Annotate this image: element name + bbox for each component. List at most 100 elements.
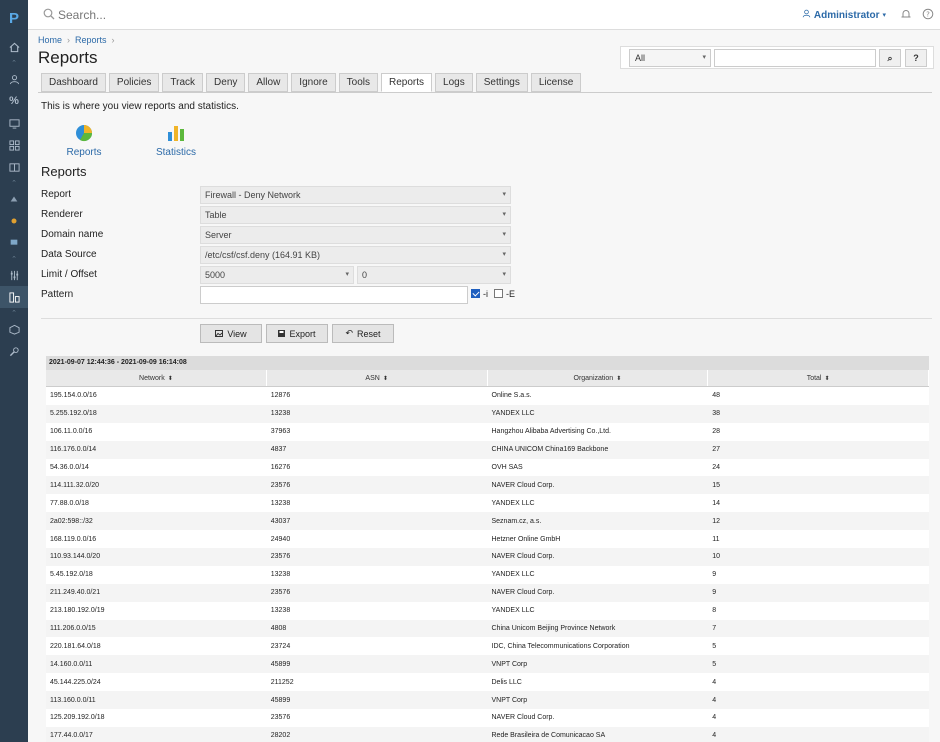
monitor-icon[interactable] xyxy=(0,112,28,134)
statistics-link[interactable]: Statistics xyxy=(146,122,206,158)
reset-button[interactable]: ↶ Reset xyxy=(332,324,394,343)
grid-icon[interactable] xyxy=(0,134,28,156)
table-cell-organization: NAVER Cloud Corp. xyxy=(491,589,555,597)
tab-license[interactable]: License xyxy=(530,73,582,92)
column-header-label: Network xyxy=(139,374,165,382)
table-cell-organization: IDC, China Telecommunications Corporatio… xyxy=(491,642,630,650)
domain-label: Domain name xyxy=(41,229,104,240)
table-cell-organization: VNPT Corp xyxy=(491,660,528,668)
table-cell-total: 4 xyxy=(712,732,717,740)
renderer-select[interactable]: Table ▾ xyxy=(200,206,511,224)
intro-text: This is where you view reports and stati… xyxy=(41,101,239,112)
reset-button-label: Reset xyxy=(357,328,381,339)
table-cell-asn: 23724 xyxy=(270,642,291,650)
table-row: 113.160.0.0/11 45899 VNPT Corp 4 xyxy=(46,691,929,710)
column-header-label: Organization xyxy=(573,374,614,382)
column-header-organization[interactable]: Organization ⬍ xyxy=(488,370,709,386)
offset-select[interactable]: 0 ▾ xyxy=(357,266,511,284)
user-icon xyxy=(802,9,811,21)
table-cell-total: 9 xyxy=(712,571,717,579)
collapse-chevron-icon[interactable]: ⌃ xyxy=(0,308,28,318)
filter-select[interactable]: All ▾ xyxy=(629,49,711,67)
table-row: 125.209.192.0/18 23576 NAVER Cloud Corp. 4 xyxy=(46,709,929,727)
limit-select[interactable]: 5000 ▾ xyxy=(200,266,354,284)
table-cell-total: 9 xyxy=(712,589,717,597)
sliders-icon[interactable] xyxy=(0,264,28,286)
global-search-input[interactable] xyxy=(58,5,358,25)
filter-search-button[interactable]: ⌕ xyxy=(879,49,901,67)
chevron-down-icon: ▾ xyxy=(702,54,706,61)
filter-help-button[interactable]: ? xyxy=(905,49,927,67)
notifications-icon[interactable] xyxy=(900,8,912,23)
tab-track[interactable]: Track xyxy=(162,73,204,92)
table-cell-asn: 23576 xyxy=(270,589,291,597)
column-header-network[interactable]: Network ⬍ xyxy=(46,370,267,386)
reports-link[interactable]: Reports xyxy=(54,122,114,158)
tab-policies[interactable]: Policies xyxy=(108,73,160,92)
help-icon[interactable]: ? xyxy=(922,8,934,23)
tab-dashboard[interactable]: Dashboard xyxy=(41,73,106,92)
pattern-input[interactable] xyxy=(200,286,468,304)
table-cell-organization: OVH SAS xyxy=(491,464,523,471)
table-cell-asn: 23576 xyxy=(270,553,291,561)
collapse-chevron-icon[interactable]: ⌃ xyxy=(0,178,28,188)
table-row: 114.111.32.0/20 23576 NAVER Cloud Corp. 15 xyxy=(46,476,929,495)
percent-icon[interactable]: % xyxy=(0,90,28,112)
book-icon[interactable] xyxy=(0,156,28,178)
collapse-chevron-icon[interactable]: ⌃ xyxy=(0,254,28,264)
ignore-case-checkbox[interactable] xyxy=(471,289,480,298)
filter-input[interactable] xyxy=(714,49,876,67)
breadcrumb-home[interactable]: Home xyxy=(38,35,62,45)
tab-bar: Dashboard Policies Track Deny Allow Ignore Too… xyxy=(41,73,582,92)
pattern-row: Pattern -i -E xyxy=(41,286,521,304)
extended-regex-checkbox[interactable] xyxy=(494,289,503,298)
table-cell-asn: 13238 xyxy=(270,499,291,507)
undo-icon: ↶ xyxy=(345,328,354,338)
tab-ignore[interactable]: Ignore xyxy=(291,73,336,92)
table-cell-total: 4 xyxy=(712,696,717,704)
table-cell-organization: Hetzner Online GmbH xyxy=(491,535,561,543)
breadcrumb: Home › Reports › xyxy=(38,35,115,45)
collapse-chevron-icon[interactable]: ⌃ xyxy=(0,58,28,68)
wrench-icon[interactable] xyxy=(0,340,28,362)
tab-reports[interactable]: Reports xyxy=(381,73,433,92)
user-menu[interactable]: Administrator ▾ xyxy=(802,9,886,21)
column-header-total[interactable]: Total ⬍ xyxy=(708,370,929,386)
domain-select[interactable]: Server ▾ xyxy=(200,226,511,244)
limit-row: Limit / Offset 5000 ▾ 0 ▾ xyxy=(41,266,521,284)
plugin-icon[interactable] xyxy=(0,210,28,232)
tab-logs[interactable]: Logs xyxy=(435,73,473,92)
tab-settings[interactable]: Settings xyxy=(475,73,528,92)
column-header-asn[interactable]: ASN ⬍ xyxy=(267,370,488,386)
view-button[interactable]: View xyxy=(200,324,262,343)
table-cell-asn: 13238 xyxy=(270,410,291,418)
tab-tools[interactable]: Tools xyxy=(338,73,379,92)
network-icon[interactable] xyxy=(0,188,28,210)
renderer-select-value: Table xyxy=(205,210,227,220)
user-icon[interactable] xyxy=(0,68,28,90)
server-icon[interactable] xyxy=(0,232,28,254)
table-cell-organization: Seznam.cz, a.s. xyxy=(491,517,542,525)
table-header: Network ⬍ ASN ⬍ Organization ⬍ Total ⬍ xyxy=(46,370,929,387)
breadcrumb-reports[interactable]: Reports xyxy=(75,35,107,45)
table-cell-total: 4 xyxy=(712,678,717,686)
table-row: 110.93.144.0/20 23576 NAVER Cloud Corp. 10 xyxy=(46,548,929,566)
export-button[interactable]: Export xyxy=(266,324,328,343)
ignore-case-label: -i xyxy=(483,289,488,299)
app-logo[interactable]: P xyxy=(0,0,28,36)
table-cell-asn: 23576 xyxy=(270,714,291,722)
package-icon[interactable] xyxy=(0,318,28,340)
report-select[interactable]: Firewall - Deny Network ▾ xyxy=(200,186,511,204)
table-cell-organization: NAVER Cloud Corp. xyxy=(491,553,555,561)
tab-deny[interactable]: Deny xyxy=(206,73,246,92)
source-select[interactable]: /etc/csf/csf.deny (164.91 KB) ▾ xyxy=(200,246,511,264)
tab-allow[interactable]: Allow xyxy=(248,73,289,92)
table-row: 5.45.192.0/18 13238 YANDEX LLC 9 xyxy=(46,565,929,584)
chevron-down-icon: ▾ xyxy=(502,271,506,278)
table-row: 211.249.40.0/21 23576 NAVER Cloud Corp. 9 xyxy=(46,583,929,602)
table-cell-network: 5.255.192.0/18 xyxy=(50,410,97,418)
table-cell-asn: 43037 xyxy=(270,517,291,525)
home-icon[interactable] xyxy=(0,36,28,58)
table-cell-network: 106.11.0.0/16 xyxy=(50,428,93,436)
reports-icon[interactable] xyxy=(0,286,28,308)
